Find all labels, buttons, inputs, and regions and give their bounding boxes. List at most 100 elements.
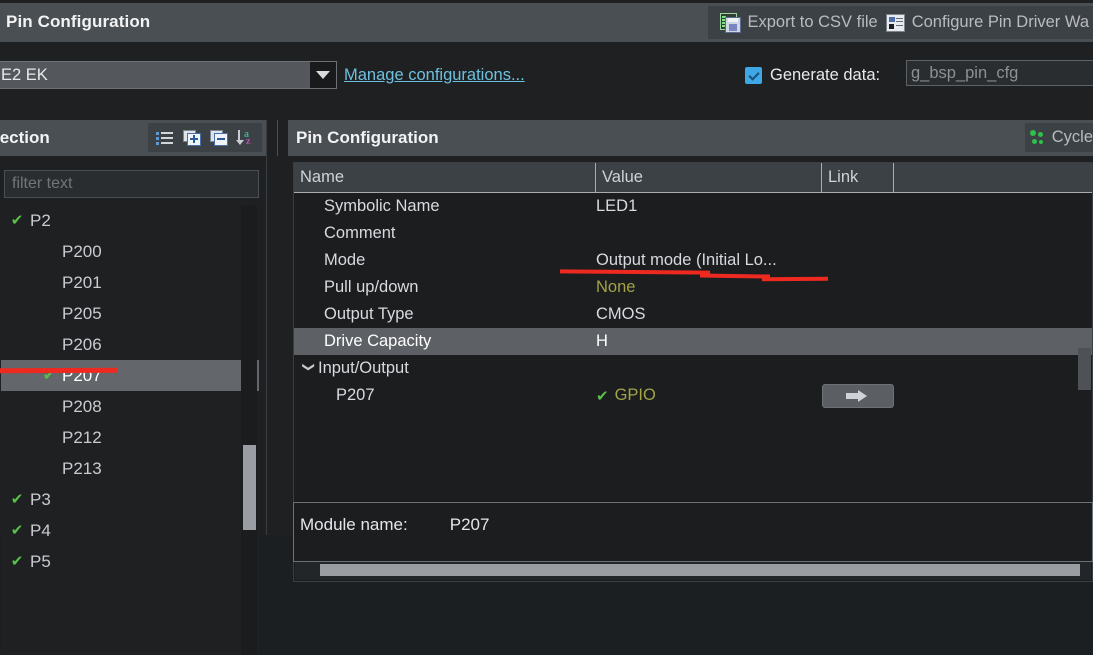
pin-tree-item-label: P3 — [30, 489, 51, 509]
table-row[interactable]: ❯ Input/Output — [294, 355, 1092, 382]
column-header-name[interactable]: Name — [294, 163, 596, 192]
table-header-row: Name Value Link — [294, 163, 1092, 193]
pin-tree-item-label: P5 — [30, 551, 51, 571]
column-header-spacer — [894, 163, 1092, 192]
pin-tree-item[interactable]: P208 — [1, 391, 259, 422]
board-select-value: E2 EK — [1, 65, 48, 84]
pin-tree-item[interactable]: P206 — [1, 329, 259, 360]
table-row[interactable]: Symbolic Name LED1 — [294, 193, 1092, 220]
table-body: Symbolic Name LED1 Comment Mode Output mode … — [294, 193, 1092, 463]
table-cell-name-text: Output Type — [324, 305, 414, 323]
filter-input[interactable]: filter text — [4, 170, 259, 198]
pin-tree-item[interactable]: ✔ P5 — [1, 546, 259, 577]
pin-tree-item-label: P2 — [30, 210, 51, 230]
table-row[interactable]: Drive Capacity H — [294, 328, 1092, 355]
table-vertical-scrollbar-thumb[interactable] — [1078, 348, 1091, 390]
export-to-csv-button[interactable]: Export to CSV file — [716, 6, 881, 39]
sort-az-button[interactable]: az — [232, 125, 259, 150]
table-cell-value[interactable]: CMOS — [596, 305, 822, 324]
manage-configurations-link[interactable]: Manage configurations... — [344, 66, 525, 85]
table-row[interactable]: Mode Output mode (Initial Lo... — [294, 247, 1092, 274]
collapse-all-button[interactable] — [205, 125, 232, 150]
pin-selection-toolbar: az — [148, 123, 262, 152]
table-cell-name: Pull up/down — [294, 278, 596, 297]
table-cell-name: Mode — [294, 251, 596, 270]
show-list-icon — [156, 131, 173, 145]
export-to-csv-label: Export to CSV file — [747, 13, 878, 31]
table-cell-name: ❯ Input/Output — [294, 359, 596, 378]
generate-data-group: Generate data: — [745, 66, 880, 85]
table-horizontal-scrollbar-thumb[interactable] — [320, 564, 1080, 576]
filter-placeholder: filter text — [12, 175, 73, 192]
sort-az-icon: az — [236, 129, 254, 147]
configure-pin-driver-label: Configure Pin Driver Wa — [911, 13, 1089, 31]
table-cell-name: Symbolic Name — [294, 197, 596, 216]
generate-data-label: Generate data: — [770, 66, 881, 84]
pin-selection-panel: lection a z filter text ✔ P2 P200 P201 P… — [0, 120, 280, 655]
pin-tree-item[interactable]: ✔ P3 — [1, 484, 259, 515]
pin-tree-scrollbar-thumb[interactable] — [243, 445, 256, 530]
table-cell-name-text: Pull up/down — [324, 278, 419, 296]
table-row[interactable]: P207 ✔ GPIO — [294, 382, 1092, 409]
window-titlebar: Pin Configuration Export to CSV file Con… — [0, 3, 1093, 42]
chevron-down-icon[interactable] — [310, 62, 336, 88]
pin-tree-item[interactable]: P201 — [1, 267, 259, 298]
cycle-icon — [1029, 129, 1047, 147]
table-cell-name: Output Type — [294, 305, 596, 324]
pin-tree-item[interactable]: ✔ P207 — [1, 360, 259, 391]
table-cell-value[interactable]: None — [596, 278, 822, 297]
checkmark-icon: ✔ — [42, 367, 56, 384]
column-header-link[interactable]: Link — [822, 163, 894, 192]
titlebar-actions: Export to CSV file Configure Pin Driver … — [708, 6, 1093, 39]
table-cell-value[interactable]: Output mode (Initial Lo... — [596, 251, 822, 270]
table-cell-name-text: Symbolic Name — [324, 197, 440, 215]
pin-tree-item-label: P207 — [62, 365, 102, 385]
checkmark-icon: ✔ — [10, 212, 24, 229]
pin-tree-item[interactable]: P205 — [1, 298, 259, 329]
board-select[interactable]: E2 EK — [0, 61, 337, 89]
table-cell-value-text: CMOS — [596, 305, 646, 323]
generate-data-input[interactable]: g_bsp_pin_cfg — [906, 60, 1093, 86]
checkmark-icon: ✔ — [596, 387, 609, 405]
table-cell-value[interactable]: LED1 — [596, 197, 822, 216]
table-cell-name-text: Mode — [324, 251, 366, 269]
pin-direction-button[interactable] — [822, 383, 894, 408]
module-name-value: P207 — [449, 515, 490, 534]
table-cell-value[interactable]: H — [596, 332, 822, 351]
configure-pin-driver-button[interactable]: Configure Pin Driver Wa — [882, 6, 1093, 39]
table-cell-name-text: P207 — [336, 386, 375, 404]
column-header-value[interactable]: Value — [596, 163, 822, 192]
table-cell-name: Comment — [294, 224, 596, 243]
table-cell-link — [822, 383, 1092, 408]
pin-tree-item[interactable]: ✔ P2 — [1, 205, 259, 236]
generate-data-value: g_bsp_pin_cfg — [911, 63, 1019, 82]
table-cell-value[interactable]: ✔ GPIO — [596, 386, 822, 405]
cycle-pin-button[interactable]: Cycle — [1024, 123, 1093, 152]
expand-all-button[interactable] — [178, 125, 205, 150]
table-row[interactable]: Comment — [294, 220, 1092, 247]
pin-tree-item-label: P208 — [62, 396, 102, 416]
pin-configuration-window: Pin Configuration Export to CSV file Con… — [0, 0, 1093, 655]
panel-divider — [266, 120, 277, 535]
table-cell-name-text: Comment — [324, 224, 396, 242]
chevron-down-icon[interactable]: ❯ — [302, 362, 316, 376]
pin-tree-item[interactable]: ✔ P4 — [1, 515, 259, 546]
pin-tree[interactable]: ✔ P2 P200 P201 P205 P206 ✔ P207 P208 P212 P213 ✔ P3 ✔… — [1, 205, 259, 655]
table-row[interactable]: Pull up/down None — [294, 274, 1092, 301]
pin-tree-scrollbar-track[interactable] — [241, 205, 257, 655]
pin-configuration-panel: Pin Configuration Cycle Name Value Link … — [288, 120, 1093, 582]
configure-pin-driver-icon — [885, 13, 905, 32]
module-name-row: Module name: P207 — [300, 515, 489, 535]
generate-data-checkbox[interactable] — [745, 67, 762, 84]
pin-tree-item-label: P206 — [62, 334, 102, 354]
table-row[interactable]: Output Type CMOS — [294, 301, 1092, 328]
table-cell-name: Drive Capacity — [294, 332, 596, 351]
pin-tree-item[interactable]: P213 — [1, 453, 259, 484]
show-list-button[interactable] — [151, 125, 178, 150]
table-cell-value-text: Output mode (Initial Lo... — [596, 251, 777, 269]
export-csv-icon — [720, 13, 742, 33]
pin-tree-item[interactable]: P200 — [1, 236, 259, 267]
checkmark-icon: ✔ — [10, 491, 24, 508]
pin-tree-item[interactable]: P212 — [1, 422, 259, 453]
collapse-all-icon — [210, 130, 228, 146]
